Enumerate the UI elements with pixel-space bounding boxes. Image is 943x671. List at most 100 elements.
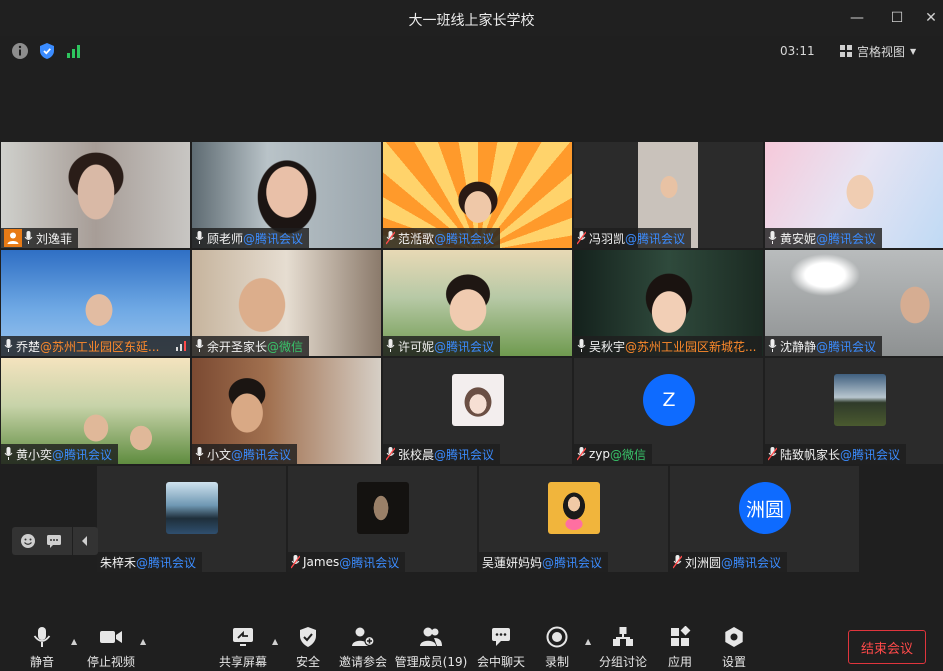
breakout-rooms-icon <box>613 627 633 646</box>
avatar <box>166 482 218 534</box>
record-button[interactable]: 录制 <box>524 626 590 670</box>
video-tile[interactable]: 范湉歌 @腾讯会议 <box>383 142 572 248</box>
settings-button[interactable]: 设置 <box>701 626 767 670</box>
stop-video-label: 停止视频 <box>86 655 135 669</box>
record-label: 录制 <box>544 655 569 669</box>
video-tile[interactable]: James @腾讯会议 <box>288 466 477 572</box>
mic-icon <box>195 447 204 460</box>
video-tile[interactable]: 余开圣家长 @微信 <box>192 250 381 356</box>
security-label: 安全 <box>295 655 320 669</box>
video-tile[interactable]: 小文 @腾讯会议 <box>192 358 381 464</box>
participant-name: zyp <box>589 447 611 461</box>
participant-name: 小文 <box>207 447 232 462</box>
invite-user-icon <box>352 627 375 647</box>
participant-name: 范湉歌 <box>398 231 435 246</box>
participant-name: 陆致帆家长 <box>780 447 841 462</box>
video-tile[interactable]: 吴蓮妍妈妈 @腾讯会议 <box>479 466 668 572</box>
chat-icon <box>492 628 510 646</box>
participant-name: 张校晨 <box>398 447 435 462</box>
mic-icon <box>4 339 13 352</box>
gallery-view-button[interactable]: 宫格视图 ▼ <box>840 42 916 60</box>
participant-name: James <box>303 555 340 569</box>
participant-source: @腾讯会议 <box>231 447 292 462</box>
maximize-icon[interactable]: ☐ <box>886 8 908 28</box>
members-icon <box>420 627 442 646</box>
grid-icon <box>840 45 852 57</box>
participant-name: 余开圣家长 <box>207 339 268 354</box>
mute-label: 静音 <box>29 655 54 669</box>
participant-label: 张校晨 @腾讯会议 <box>383 444 501 464</box>
video-tile[interactable]: 张校晨 @腾讯会议 <box>383 358 572 464</box>
participant-label: 陆致帆家长 @腾讯会议 <box>765 444 907 464</box>
participant-source: @腾讯会议 <box>434 231 495 246</box>
participant-name: 吴蓮妍妈妈 <box>482 555 543 570</box>
end-meeting-button[interactable]: 结束会议 <box>848 630 926 664</box>
title-bar: 大一班线上家长学校 — ☐ ✕ <box>0 0 943 36</box>
breakout-label: 分组讨论 <box>598 655 647 669</box>
participant-name: 冯羽凯 <box>589 231 626 246</box>
participant-label: 小文 @腾讯会议 <box>192 444 298 464</box>
participant-name: 朱梓禾 <box>100 555 137 570</box>
participant-label: 黄小奕 @腾讯会议 <box>1 444 119 464</box>
participant-label: 顾老师 @腾讯会议 <box>192 228 310 248</box>
participant-label: 乔楚 @苏州工业园区东延... <box>1 336 190 356</box>
microphone-icon <box>33 627 51 647</box>
mic-icon <box>195 231 204 244</box>
video-tile[interactable]: 洲圆 刘洲圆 @腾讯会议 <box>670 466 859 572</box>
participant-source: @腾讯会议 <box>339 555 400 570</box>
participant-name: 许可妮 <box>398 339 435 354</box>
participant-source: @腾讯会议 <box>434 447 495 462</box>
avatar: 洲圆 <box>739 482 791 534</box>
video-tile-active-speaker[interactable]: 黄小奕 @腾讯会议 <box>1 358 190 464</box>
video-options-caret[interactable]: ▲ <box>140 637 146 646</box>
participant-name: 顾老师 <box>207 231 244 246</box>
shield-icon[interactable] <box>38 42 56 60</box>
video-tile[interactable]: 冯羽凯 @腾讯会议 <box>574 142 763 248</box>
participant-label: 刘逸菲 <box>1 228 79 248</box>
danmu-icon[interactable] <box>46 533 62 549</box>
participant-label: 余开圣家长 @微信 <box>192 336 310 356</box>
stop-video-button[interactable]: 停止视频 <box>78 626 144 670</box>
participant-source: @微信 <box>267 339 304 354</box>
security-shield-icon <box>300 627 316 647</box>
minimize-icon[interactable]: — <box>846 8 868 28</box>
caret-down-icon: ▼ <box>910 46 917 56</box>
signal-icon <box>67 45 80 58</box>
participant-label: 刘洲圆 @腾讯会议 <box>670 552 788 572</box>
video-tile[interactable]: 乔楚 @苏州工业园区东延... <box>1 250 190 356</box>
participant-source: @苏州工业园区东延... <box>40 339 160 354</box>
participant-source: @腾讯会议 <box>721 555 782 570</box>
video-tile[interactable]: 沈静静 @腾讯会议 <box>765 250 943 356</box>
video-tile[interactable]: Z zyp @微信 <box>574 358 763 464</box>
chat-label: 会中聊天 <box>476 655 525 669</box>
mute-button[interactable]: 静音 <box>9 626 75 670</box>
participant-source: @腾讯会议 <box>434 339 495 354</box>
video-tile[interactable]: 吴秋宇 @苏州工业园区新城花... <box>574 250 763 356</box>
participant-source: @腾讯会议 <box>52 447 113 462</box>
video-tile[interactable]: 朱梓禾 @腾讯会议 <box>97 466 286 572</box>
invite-button[interactable]: 邀请参会 <box>330 626 396 670</box>
manage-members-button[interactable]: 管理成员(19) <box>390 626 472 670</box>
participant-label: 吴蓮妍妈妈 @腾讯会议 <box>479 552 609 572</box>
meeting-info-bar: 03:11 宫格视图 ▼ <box>0 36 943 66</box>
participant-label: 沈静静 @腾讯会议 <box>765 336 883 356</box>
participant-label: 冯羽凯 @腾讯会议 <box>574 228 692 248</box>
video-tile[interactable]: 黄安妮 @腾讯会议 <box>765 142 943 248</box>
avatar: Z <box>643 374 695 426</box>
video-tile[interactable]: 刘逸菲 <box>1 142 190 248</box>
close-icon[interactable]: ✕ <box>920 8 942 28</box>
video-tile[interactable]: 许可妮 @腾讯会议 <box>383 250 572 356</box>
info-icon[interactable] <box>11 42 29 60</box>
settings-label: 设置 <box>721 655 746 669</box>
video-tile[interactable]: 陆致帆家长 @腾讯会议 <box>765 358 943 464</box>
avatar <box>357 482 409 534</box>
mic-muted-icon <box>768 447 777 461</box>
video-tile[interactable]: 顾老师 @腾讯会议 <box>192 142 381 248</box>
collapse-left-icon[interactable] <box>80 535 90 547</box>
mic-icon <box>4 447 13 460</box>
mute-options-caret[interactable]: ▲ <box>71 637 77 646</box>
emoji-icon[interactable] <box>20 533 36 549</box>
share-screen-button[interactable]: 共享屏幕 <box>210 626 276 670</box>
mic-muted-icon <box>386 231 395 245</box>
participant-name: 黄小奕 <box>16 447 53 462</box>
